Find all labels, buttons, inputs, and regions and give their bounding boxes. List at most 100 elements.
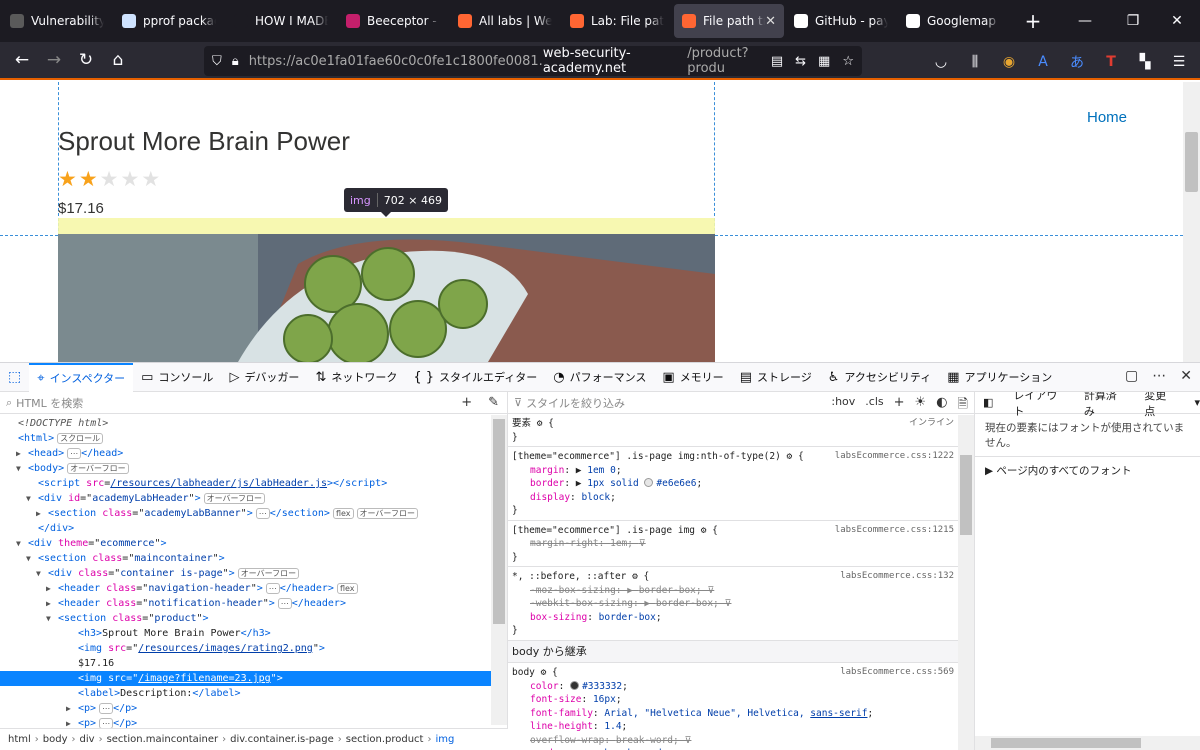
rule-nth-of-type[interactable]: labsEcommerce.css:1222 [theme="ecommerce… (508, 447, 974, 521)
portswigger-icon (570, 14, 584, 28)
breadcrumb-item[interactable]: div.container.is-page (230, 734, 334, 745)
tree-line[interactable]: <script src=/resources/labheader/js/labH… (0, 476, 507, 491)
tree-line[interactable]: ▼ <div class="container is-page"> オーバーフロー (0, 566, 507, 581)
tab-style-editor[interactable]: { } スタイルエディター (405, 363, 545, 392)
tree-line[interactable]: ▼ <section class="maincontainer"> (0, 551, 507, 566)
tree-line[interactable]: <!DOCTYPE html> (0, 416, 507, 431)
add-node-icon[interactable]: + (461, 395, 472, 410)
devtools-tab-label: メモリー (679, 371, 724, 384)
tab-4[interactable]: All labs | Web (450, 4, 560, 38)
more-options-icon[interactable]: ⋯ (1152, 368, 1166, 384)
reload-icon[interactable]: ↻ (70, 44, 102, 76)
tab-2[interactable]: HOW I MADE (226, 4, 336, 38)
bookmark-star-icon[interactable]: ☆ (842, 54, 854, 69)
dock-side-icon[interactable]: ▢ (1125, 368, 1138, 384)
element-picker-icon[interactable]: ⬚ (0, 363, 29, 392)
tab-debugger[interactable]: ▷ デバッガー (221, 363, 307, 392)
sidebar-tab[interactable]: レイアウト (1013, 392, 1063, 419)
breadcrumb-item[interactable]: section.maincontainer (107, 734, 219, 745)
forward-icon[interactable]: → (38, 44, 70, 76)
sidebar-tab[interactable]: 変更点 (1144, 392, 1174, 419)
t-extension-icon[interactable]: T (1098, 46, 1124, 78)
tree-line-selected[interactable]: <img src="/image?filename=23.jpg"> (0, 671, 507, 686)
rule-universal[interactable]: labsEcommerce.css:132 *, ::before, ::aft… (508, 567, 974, 641)
tab-5[interactable]: Lab: File path (562, 4, 672, 38)
breadcrumb-item[interactable]: body (43, 734, 68, 745)
breadcrumb-item[interactable]: section.product (346, 734, 424, 745)
rule-img[interactable]: labsEcommerce.css:1215 [theme="ecommerce… (508, 521, 974, 567)
tab-1[interactable]: pprof package (114, 4, 224, 38)
tab-application[interactable]: ▦ アプリケーション (939, 363, 1060, 392)
tree-line[interactable]: <label>Description:</label> (0, 686, 507, 701)
tree-line[interactable]: <h3>Sprout More Brain Power</h3> (0, 626, 507, 641)
tree-line[interactable]: ▼ <div theme="ecommerce"> (0, 536, 507, 551)
breadcrumb-item[interactable]: div (80, 734, 95, 745)
menu-icon[interactable]: ☰ (1166, 46, 1192, 78)
tab-7[interactable]: GitHub - paylo (786, 4, 896, 38)
shield-icon[interactable]: ⛉ (212, 54, 222, 69)
eyedropper-icon[interactable]: ✎ (488, 395, 499, 410)
close-tab-icon[interactable]: ✕ (765, 14, 776, 29)
tab-8[interactable]: Googlemap co (898, 4, 1008, 38)
home-link[interactable]: Home (1087, 109, 1127, 126)
rule-element[interactable]: インライン 要素 ⚙ { } (508, 414, 974, 447)
new-tab-button[interactable]: + (1016, 4, 1050, 38)
extension-local-icon[interactable]: ◉ (996, 46, 1022, 78)
address-bar[interactable]: ⛉ 🔒︎ https://ac0e1fa01fae60c0c0fe1c1800f… (204, 46, 862, 76)
style-filter-row: ⊽ スタイルを絞り込み :hov .cls + ☀ ◐ 🗎︎ (508, 392, 974, 414)
breadcrumb-item[interactable]: img (435, 734, 454, 745)
close-window-button[interactable]: ✕ (1154, 0, 1200, 42)
breadcrumb-item[interactable]: html (8, 734, 31, 745)
translate-icon[interactable]: ⇆ (795, 54, 806, 69)
tree-line[interactable]: ▶ <header class="navigation-header"> ⋯ </he… (0, 581, 507, 596)
tree-line[interactable]: ▶ <header class="notification-header"> ⋯ </… (0, 596, 507, 611)
tree-scrollbar[interactable] (491, 415, 507, 725)
page-scrollbar[interactable] (1183, 82, 1200, 362)
tab-6[interactable]: File path tra✕ (674, 4, 784, 38)
tree-line[interactable]: <html> スクロール (0, 431, 507, 446)
tree-line[interactable]: $17.16 (0, 656, 507, 671)
language-extension-icon[interactable]: あ (1064, 46, 1090, 78)
maximize-button[interactable]: ❐ (1110, 0, 1156, 42)
tab-memory[interactable]: ▣ メモリー (654, 363, 731, 392)
pocket-icon[interactable]: ◡ (928, 46, 954, 78)
font-message: 現在の要素にはフォントが使用されていません。 (975, 414, 1200, 457)
reader-view-icon[interactable]: ▤ (771, 54, 783, 69)
tree-line[interactable]: </div> (0, 521, 507, 536)
inherited-header: body から継承 (508, 640, 974, 663)
qr-code-icon[interactable]: ▦ (818, 54, 830, 69)
all-fonts-toggle[interactable]: ▶ ページ内のすべてのフォント (975, 457, 1200, 484)
translate-extension-icon[interactable]: A (1030, 46, 1056, 78)
tree-line[interactable]: ▶ <section class="academyLabBanner"> ⋯ </se… (0, 506, 507, 521)
tab-3[interactable]: Beeceptor - Z (338, 4, 448, 38)
tab-storage[interactable]: ▤ ストレージ (732, 363, 820, 392)
tab-0[interactable]: Vulnerability: S (2, 4, 112, 38)
style-filter-input[interactable]: スタイルを絞り込み (526, 395, 625, 411)
application-icon: ▦ (947, 369, 960, 385)
tab-accessibility[interactable]: ♿ アクセシビリティ (820, 363, 939, 392)
rules-scrollbar[interactable] (958, 415, 974, 750)
toggle-sidebar-icon[interactable]: ◧ (983, 396, 993, 409)
tree-line[interactable]: <img src="/resources/images/rating2.png"… (0, 641, 507, 656)
back-icon[interactable]: ← (6, 44, 38, 76)
tab-console[interactable]: ▭ コンソール (133, 363, 221, 392)
html-search-input[interactable]: HTML を検索 (16, 395, 83, 411)
library-icon[interactable]: ⫼ (962, 46, 988, 78)
navigation-toolbar: ← → ↻ ⌂ ⛉ 🔒︎ https://ac0e1fa01fae60c0c0f… (0, 42, 1200, 80)
sidebar-tabs-dropdown-icon[interactable]: ▾ (1194, 396, 1200, 409)
extensions-icon[interactable]: ▚ (1132, 46, 1158, 78)
tab-inspector[interactable]: ⌖ インスペクター (29, 362, 134, 392)
tree-line[interactable]: ▶ <p> ⋯ </p> (0, 701, 507, 716)
rule-body[interactable]: labsEcommerce.css:569 body ⚙ { color: #3… (508, 663, 974, 750)
tree-line[interactable]: ▼ <body> オーバーフロー (0, 461, 507, 476)
tree-line[interactable]: ▼ <div id="academyLabHeader"> オーバーフロー (0, 491, 507, 506)
sidebar-tab[interactable]: 計算済み (1084, 392, 1124, 419)
tree-line[interactable]: ▼ <section class="product"> (0, 611, 507, 626)
close-devtools-icon[interactable]: ✕ (1180, 368, 1192, 384)
tree-line[interactable]: ▶ <head> ⋯ </head> (0, 446, 507, 461)
home-icon[interactable]: ⌂ (102, 44, 134, 76)
minimize-button[interactable]: — (1062, 0, 1108, 42)
tab-network[interactable]: ⇅ ネットワーク (307, 363, 405, 392)
tab-performance[interactable]: ◔ パフォーマンス (545, 363, 654, 392)
sidebar-hscrollbar[interactable] (975, 736, 1200, 750)
